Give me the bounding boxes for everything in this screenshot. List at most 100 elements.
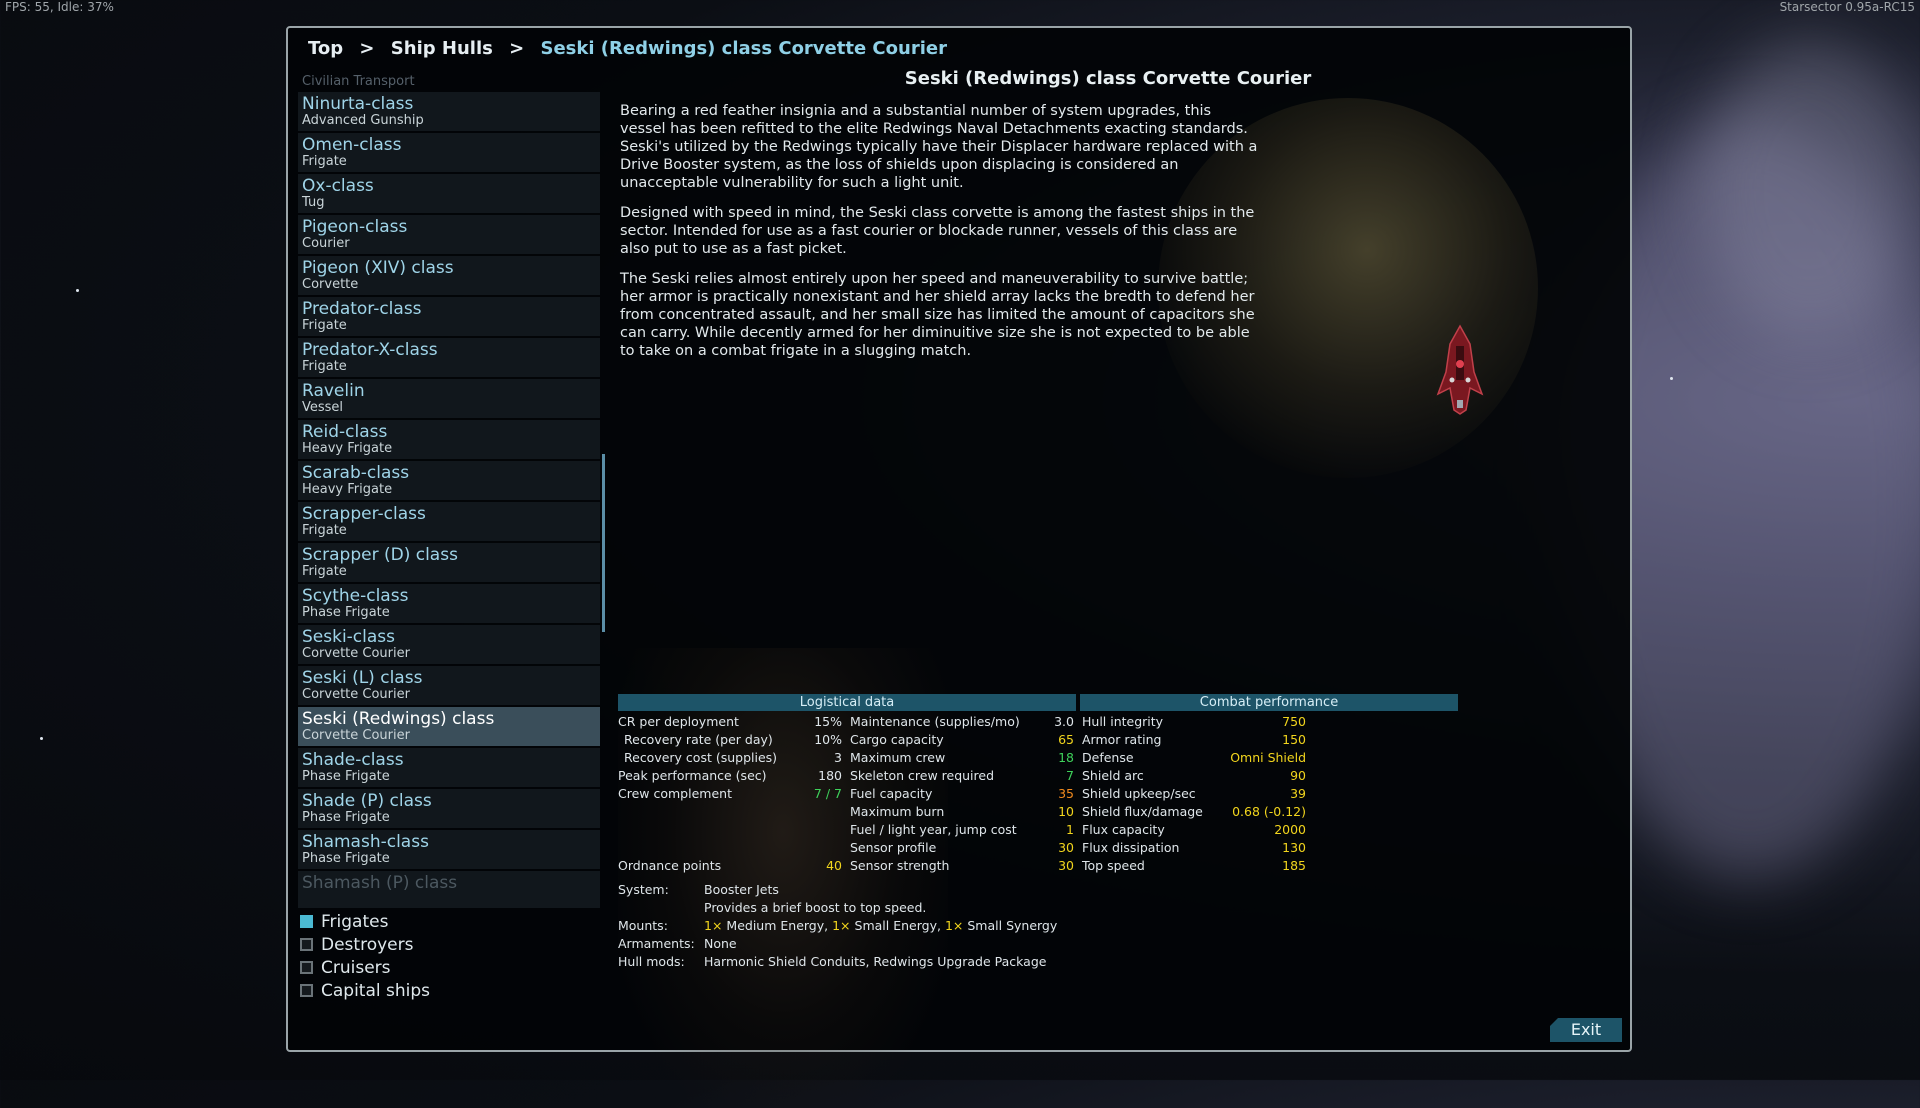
breadcrumb-separator: > bbox=[509, 38, 525, 59]
list-item[interactable]: Ravelin Vessel bbox=[298, 379, 600, 418]
stat-value: 30 bbox=[1058, 840, 1074, 855]
stat-value: 30 bbox=[1058, 858, 1074, 873]
stat-value: 7 / 7 bbox=[813, 786, 842, 801]
list-item-subtitle: Courier bbox=[302, 236, 350, 251]
filter-frigates[interactable]: Frigates bbox=[300, 910, 430, 933]
list-item[interactable]: Scrapper (D) class Frigate bbox=[298, 543, 600, 582]
list-item-subtitle: Vessel bbox=[302, 400, 344, 415]
checkbox[interactable] bbox=[300, 984, 313, 997]
list-item-name: Scrapper (D) class bbox=[302, 545, 458, 565]
list-item[interactable]: Omen-class Frigate bbox=[298, 133, 600, 172]
stat-value: 150 bbox=[1282, 732, 1306, 747]
exit-button[interactable]: Exit bbox=[1550, 1018, 1622, 1042]
ship-title: Seski (Redwings) class Corvette Courier bbox=[904, 68, 1312, 89]
breadcrumb-ship-hulls[interactable]: Ship Hulls bbox=[391, 38, 493, 59]
list-item[interactable]: Predator-class Frigate bbox=[298, 297, 600, 336]
list-item[interactable]: Pigeon (XIV) class Corvette bbox=[298, 256, 600, 295]
list-item[interactable]: Reid-class Heavy Frigate bbox=[298, 420, 600, 459]
list-item[interactable]: Shade (P) class Phase Frigate bbox=[298, 789, 600, 828]
list-item-name: Scrapper-class bbox=[302, 504, 426, 524]
stat-value: 10 bbox=[1058, 804, 1074, 819]
stat-value: 40 bbox=[826, 858, 842, 873]
checkbox[interactable] bbox=[300, 961, 313, 974]
list-item[interactable]: Shade-class Phase Frigate bbox=[298, 748, 600, 787]
stat-label: Sensor strength bbox=[850, 858, 950, 873]
list-item-subtitle: Corvette bbox=[302, 277, 359, 292]
list-item[interactable]: Ox-class Tug bbox=[298, 174, 600, 213]
stat-label: Fuel / light year, jump cost bbox=[850, 822, 1017, 837]
ship-description: Bearing a red feather insignia and a sub… bbox=[620, 102, 1260, 372]
list-item-subtitle: Phase Frigate bbox=[302, 851, 390, 866]
list-item[interactable]: Shamash (P) class bbox=[298, 871, 600, 908]
list-item-name: Seski (Redwings) class bbox=[302, 709, 495, 729]
stat-label: Flux dissipation bbox=[1082, 840, 1180, 855]
stat-label: Defense bbox=[1082, 750, 1134, 765]
list-item-subtitle: Advanced Gunship bbox=[302, 113, 424, 128]
mount-count: 1× bbox=[704, 918, 723, 933]
stat-label: Fuel capacity bbox=[850, 786, 933, 801]
combat-header: Combat performance bbox=[1080, 694, 1458, 711]
stat-label: Peak performance (sec) bbox=[618, 768, 767, 783]
filter-capital-ships[interactable]: Capital ships bbox=[300, 979, 430, 1002]
stat-label: Maximum burn bbox=[850, 804, 945, 819]
list-item-name: Shamash (P) class bbox=[302, 873, 458, 893]
list-item-subtitle: Frigate bbox=[302, 154, 347, 169]
list-item[interactable]: Ninurta-class Advanced Gunship bbox=[298, 92, 600, 131]
stat-label: Hull integrity bbox=[1082, 714, 1164, 729]
ship-hull-list: Civilian Transport Ninurta-class Advanced… bbox=[298, 72, 600, 908]
stat-label: Skeleton crew required bbox=[850, 768, 995, 783]
stat-value: Omni Shield bbox=[1230, 750, 1306, 765]
list-item[interactable]: Scythe-class Phase Frigate bbox=[298, 584, 600, 623]
stat-label: Top speed bbox=[1082, 858, 1145, 873]
list-item-name: Scythe-class bbox=[302, 586, 409, 606]
stat-value: 3 bbox=[834, 750, 842, 765]
stat-value: 1 bbox=[1066, 822, 1074, 837]
star bbox=[1670, 377, 1673, 380]
filter-destroyers[interactable]: Destroyers bbox=[300, 933, 430, 956]
stat-value: 130 bbox=[1282, 840, 1306, 855]
description-paragraph: Bearing a red feather insignia and a sub… bbox=[620, 103, 1258, 191]
stat-label: Shield arc bbox=[1082, 768, 1144, 783]
list-item-subtitle: Corvette Courier bbox=[302, 687, 410, 702]
stat-value: 65 bbox=[1058, 732, 1074, 747]
list-item[interactable]: Seski (L) class Corvette Courier bbox=[298, 666, 600, 705]
mount-type: Medium Energy, bbox=[726, 918, 829, 933]
stat-value: 2000 bbox=[1274, 822, 1306, 837]
checkbox[interactable] bbox=[300, 938, 313, 951]
ship-sprite-icon bbox=[1436, 324, 1484, 415]
stat-value: 0.68 (-0.12) bbox=[1232, 804, 1306, 819]
list-item[interactable]: Shamash-class Phase Frigate bbox=[298, 830, 600, 869]
stat-label: Flux capacity bbox=[1082, 822, 1165, 837]
list-item[interactable]: Predator-X-class Frigate bbox=[298, 338, 600, 377]
mounts-label: Mounts: bbox=[618, 918, 668, 933]
list-item-subtitle: Corvette Courier bbox=[302, 728, 410, 743]
breadcrumb-separator: > bbox=[359, 38, 375, 59]
hullmods-label: Hull mods: bbox=[618, 954, 685, 969]
system-label: System: bbox=[618, 882, 669, 897]
star bbox=[40, 737, 43, 740]
list-item-faded[interactable]: Civilian Transport bbox=[298, 72, 600, 92]
list-item-name: Pigeon (XIV) class bbox=[302, 258, 454, 278]
list-item-name: Predator-X-class bbox=[302, 340, 438, 360]
list-item-name: Ninurta-class bbox=[302, 94, 414, 114]
list-item[interactable]: Scrapper-class Frigate bbox=[298, 502, 600, 541]
breadcrumb-current: Seski (Redwings) class Corvette Courier bbox=[540, 38, 947, 59]
list-item-subtitle: Heavy Frigate bbox=[302, 441, 393, 456]
list-item[interactable]: Scarab-class Heavy Frigate bbox=[298, 461, 600, 500]
description-paragraph: The Seski relies almost entirely upon he… bbox=[620, 271, 1255, 359]
list-item[interactable]: Pigeon-class Courier bbox=[298, 215, 600, 254]
list-item-name: Seski (L) class bbox=[302, 668, 423, 688]
list-item-subtitle: Tug bbox=[302, 195, 325, 210]
list-item-name: Predator-class bbox=[302, 299, 422, 319]
list-item-subtitle: Phase Frigate bbox=[302, 810, 390, 825]
list-item-name: Shade-class bbox=[302, 750, 404, 770]
filter-cruisers[interactable]: Cruisers bbox=[300, 956, 430, 979]
checkbox-checked[interactable] bbox=[300, 915, 313, 928]
breadcrumb-top[interactable]: Top bbox=[308, 38, 343, 59]
list-scrollbar[interactable] bbox=[602, 454, 605, 632]
list-item[interactable]: Seski-class Corvette Courier bbox=[298, 625, 600, 664]
list-item-selected[interactable]: Seski (Redwings) class Corvette Courier bbox=[298, 707, 600, 746]
stat-label: Maximum crew bbox=[850, 750, 946, 765]
stat-value: 3.0 bbox=[1054, 714, 1074, 729]
list-item-name: Omen-class bbox=[302, 135, 402, 155]
